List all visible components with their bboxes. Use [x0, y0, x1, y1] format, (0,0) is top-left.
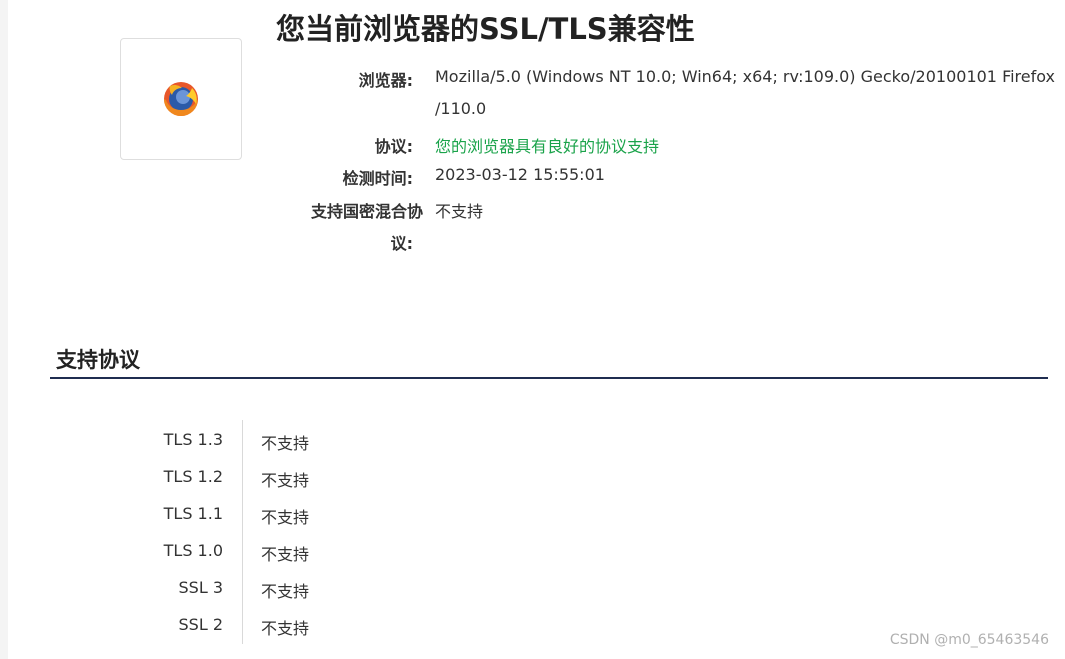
browser-value-line2: /110.0 — [435, 99, 487, 118]
left-edge-strip — [0, 0, 8, 659]
protocol-name: TLS 1.3 — [163, 430, 223, 449]
mixed-protocol-label-line1: 支持国密混合协 — [310, 202, 423, 221]
detection-time-label: 检测时间: — [342, 169, 413, 188]
protocol-name: SSL 2 — [178, 615, 224, 634]
protocol-status: 不支持 — [261, 619, 310, 638]
browser-label: 浏览器: — [358, 71, 413, 90]
protocol-name: SSL 3 — [178, 578, 224, 597]
detection-time-value: 2023-03-12 15:55:01 — [435, 165, 605, 184]
protocol-status: 不支持 — [261, 434, 310, 453]
protocol-name: TLS 1.1 — [163, 504, 223, 523]
protocol-status: 不支持 — [261, 508, 310, 527]
protocol-name: TLS 1.0 — [163, 541, 223, 560]
protocol-status: 不支持 — [261, 471, 310, 490]
firefox-logo-icon — [164, 82, 198, 116]
protocol-label: 协议: — [374, 137, 413, 156]
supported-protocols-heading: 支持协议 — [56, 348, 140, 372]
protocol-name: TLS 1.2 — [163, 467, 223, 486]
protocol-status: 不支持 — [261, 545, 310, 564]
mixed-protocol-label-line2: 议: — [390, 234, 413, 253]
watermark: CSDN @m0_65463546 — [889, 632, 1049, 648]
protocol-support-status: 您的浏览器具有良好的协议支持 — [435, 137, 660, 156]
protocol-status: 不支持 — [261, 582, 310, 601]
mixed-protocol-value: 不支持 — [435, 202, 484, 221]
protocol-table-divider — [242, 420, 243, 644]
page-title: 您当前浏览器的SSL/TLS兼容性 — [276, 12, 695, 46]
section-divider — [50, 377, 1048, 379]
browser-value-line1: Mozilla/5.0 (Windows NT 10.0; Win64; x64… — [435, 67, 1056, 86]
